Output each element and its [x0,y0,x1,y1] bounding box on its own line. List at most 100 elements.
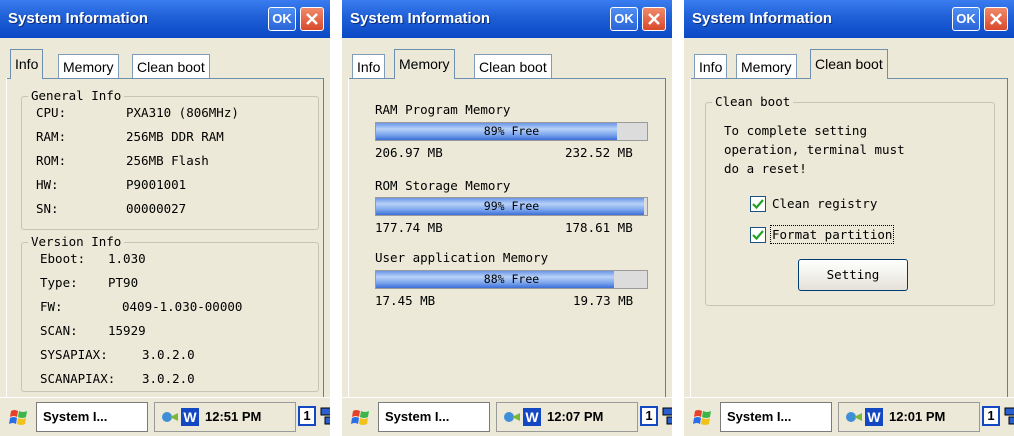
type-value: PT90 [108,275,139,290]
format-partition-checkbox[interactable] [750,227,766,243]
tab-info[interactable]: Info [10,49,44,79]
keyboard-mode-indicator[interactable]: 1 [982,406,1000,426]
taskbar: System I... W 12:07 PM 1 [342,397,672,436]
taskbar: System I... W 12:01 PM 1 [684,397,1014,436]
keyboard-mode-indicator[interactable]: 1 [298,406,316,426]
ok-button[interactable]: OK [268,7,296,31]
wireless-status-icon[interactable]: W [865,408,883,426]
ok-button[interactable]: OK [952,7,980,31]
start-flag-icon[interactable] [8,407,30,429]
close-icon [990,13,1002,25]
rom-storage-memory-free: 99% Free [483,199,540,213]
user-application-memory-used: 17.45 MB [375,293,436,308]
ok-button[interactable]: OK [610,7,638,31]
cpu-value: PXA310 (806MHz) [126,105,239,120]
desktop-icon[interactable] [1004,407,1014,427]
eboot-label: Eboot: [40,251,86,266]
system-tray: W 12:07 PM [496,402,638,432]
window-title: System Information [692,10,833,27]
tab-clean-boot[interactable]: Clean boot [132,54,210,78]
scanapiax-label: SCANAPIAX: [40,371,116,386]
rom-storage-memory-bar: 99% Free [375,197,648,216]
clock[interactable]: 12:07 PM [547,403,603,431]
memory-panel: RAM Program Memory 89% Free 206.97 MB 23… [348,78,666,398]
clean-boot-message-line-1: To complete setting [724,123,867,138]
task-button-system-info[interactable]: System I... [720,402,832,432]
user-application-memory-label: User application Memory [375,250,549,265]
ram-program-memory-total: 232.52 MB [565,145,633,160]
desktop-icon[interactable] [320,407,330,427]
system-tray: W 12:51 PM [154,402,296,432]
connectivity-icon[interactable] [845,409,863,425]
window-title: System Information [350,10,491,27]
tab-info[interactable]: Info [352,54,386,78]
connectivity-icon[interactable] [503,409,521,425]
wireless-status-icon[interactable]: W [523,408,541,426]
tab-clean-boot[interactable]: Clean boot [474,54,552,78]
ram-program-memory-label: RAM Program Memory [375,102,511,117]
clean-boot-panel: Clean boot To complete setting operation… [690,78,1008,398]
scan-label: SCAN: [40,323,78,338]
checkmark-icon [752,230,764,241]
sysapiax-label: SYSAPIAX: [40,347,108,362]
title-bar: System Information OK [342,0,672,38]
wireless-status-icon[interactable]: W [181,408,199,426]
scanapiax-value: 3.0.2.0 [142,371,195,386]
desktop-icon[interactable] [662,407,672,427]
title-bar: System Information OK [684,0,1014,38]
hw-value: P9001001 [126,177,187,192]
close-icon [648,13,660,25]
tab-memory[interactable]: Memory [736,54,797,78]
setting-button[interactable]: Setting [798,259,908,291]
task-button-system-info[interactable]: System I... [36,402,148,432]
cpu-label: CPU: [36,105,67,120]
format-partition-label[interactable]: Format partition [769,225,895,244]
start-flag-icon[interactable] [692,407,714,429]
fw-label: FW: [40,299,63,314]
system-tray: W 12:01 PM [838,402,980,432]
general-info-title: General Info [28,88,125,103]
clean-registry-checkbox[interactable] [750,196,766,212]
keyboard-mode-indicator[interactable]: 1 [640,406,658,426]
tab-memory[interactable]: Memory [394,49,455,79]
close-button[interactable] [300,7,324,31]
scan-value: 15929 [108,323,146,338]
clean-boot-message-line-3: do a reset! [724,161,807,176]
window-title: System Information [8,10,149,27]
checkmark-icon [752,199,764,210]
version-info-group: Version Info Eboot: 1.030 Type: PT90 FW:… [21,234,319,392]
connectivity-icon[interactable] [161,409,179,425]
screen-info: System Information OK Info Memory Clean … [0,0,330,436]
type-label: Type: [40,275,78,290]
general-info-group: General Info CPU: PXA310 (806MHz) RAM: 2… [21,88,319,230]
close-icon [306,13,318,25]
tab-info[interactable]: Info [694,54,728,78]
sysapiax-value: 3.0.2.0 [142,347,195,362]
ram-program-memory-free: 89% Free [483,124,540,138]
taskbar: System I... W 12:51 PM 1 [0,397,330,436]
clock[interactable]: 12:51 PM [205,403,261,431]
info-panel: General Info CPU: PXA310 (806MHz) RAM: 2… [6,78,324,398]
title-bar: System Information OK [0,0,330,38]
eboot-value: 1.030 [108,251,146,266]
ram-program-memory-bar: 89% Free [375,122,648,141]
version-info-title: Version Info [28,234,125,249]
close-button[interactable] [642,7,666,31]
rom-storage-memory-used: 177.74 MB [375,220,443,235]
clean-boot-group: Clean boot To complete setting operation… [705,94,995,306]
rom-storage-memory-total: 178.61 MB [565,220,633,235]
tab-clean-boot[interactable]: Clean boot [810,49,888,79]
clean-registry-label[interactable]: Clean registry [772,196,877,211]
screen-clean-boot: System Information OK Info Memory Clean … [684,0,1014,436]
task-button-system-info[interactable]: System I... [378,402,490,432]
user-application-memory-bar: 88% Free [375,270,648,289]
rom-storage-memory-label: ROM Storage Memory [375,178,511,193]
fw-value: 0409-1.030-00000 [122,299,243,314]
clock[interactable]: 12:01 PM [889,403,945,431]
screen-memory: System Information OK Info Memory Clean … [342,0,672,436]
start-flag-icon[interactable] [350,407,372,429]
hw-label: HW: [36,177,59,192]
ram-program-memory-used: 206.97 MB [375,145,443,160]
tab-memory[interactable]: Memory [58,54,119,78]
close-button[interactable] [984,7,1008,31]
